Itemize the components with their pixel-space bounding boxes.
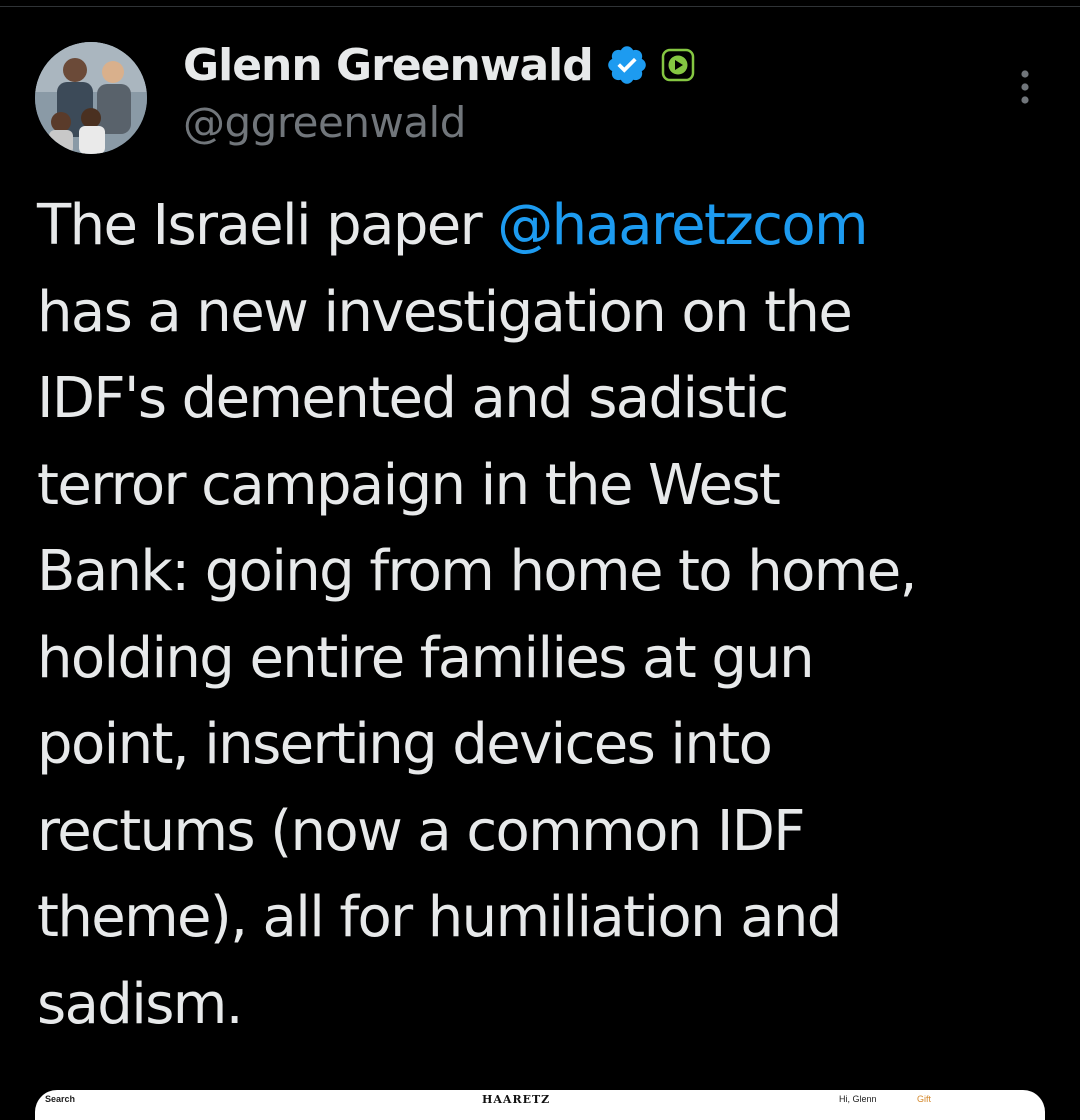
name-row: Glenn Greenwald (183, 40, 695, 91)
tweet-text: The Israeli paper @haaretzcom has a new … (37, 183, 1047, 1048)
tweet-header: Glenn Greenwald @ggreenwald (35, 40, 1045, 160)
tweet-line: theme), all for humiliation and (37, 885, 842, 950)
author-handle[interactable]: @ggreenwald (183, 98, 466, 147)
embedded-article-screenshot[interactable]: Search HAARETZ Hi, Glenn Gift (35, 1090, 1045, 1120)
tweet-line: holding entire families at gun (37, 625, 815, 691)
tweet-line: terror campaign in the West (37, 452, 781, 518)
tweet-line: point, inserting devices into (37, 712, 773, 777)
verified-badge-icon[interactable] (605, 43, 649, 87)
tweet-line: rectums (now a common IDF (37, 798, 805, 864)
rumble-play-icon[interactable] (661, 48, 695, 82)
avatar[interactable] (35, 42, 147, 154)
author-display-name[interactable]: Glenn Greenwald (183, 40, 594, 91)
tweet-line-text: The Israeli paper (37, 193, 498, 258)
tweet-line: sadism. (37, 971, 244, 1037)
more-options-button[interactable] (1005, 68, 1045, 108)
tweet-line: Bank: going from home to home, (37, 539, 917, 604)
card-gift-label: Gift (917, 1094, 932, 1104)
mention-link[interactable]: @haaretzcom (497, 193, 868, 258)
card-search-label: Search (45, 1094, 76, 1104)
tweet-line: The Israeli paper @haaretzcom (37, 183, 1047, 270)
more-vertical-icon (1021, 70, 1029, 104)
tweet-line: has a new investigation on the (37, 279, 853, 345)
card-greeting: Hi, Glenn (839, 1094, 877, 1104)
top-divider (0, 6, 1080, 7)
tweet-line: IDF's demented and sadistic (37, 366, 789, 431)
card-logo: HAARETZ (482, 1093, 551, 1106)
avatar-photo (35, 42, 147, 154)
